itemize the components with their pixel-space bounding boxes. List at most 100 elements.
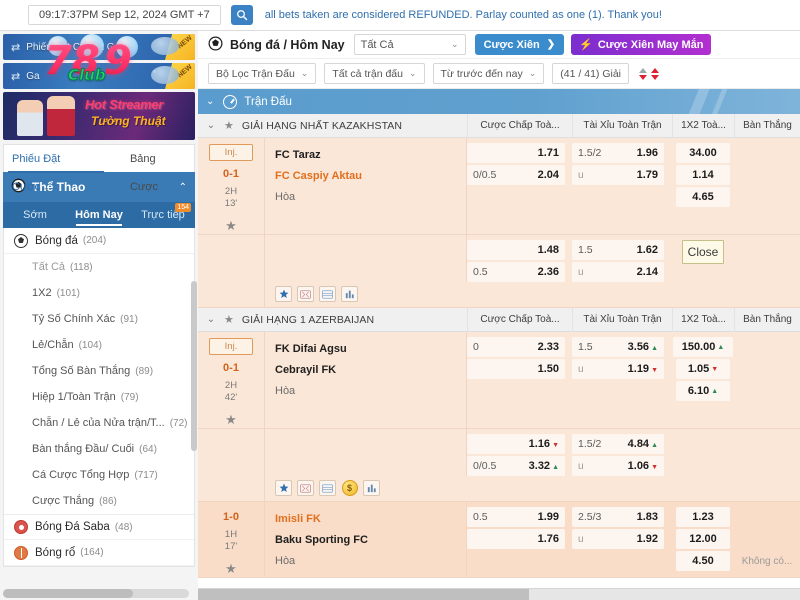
odds-cell-ou2-1[interactable]: 1.5/2 4.84▲ — [572, 434, 664, 454]
chevron-down-icon[interactable]: ⌄ — [198, 120, 224, 131]
odds-cell-ou-2[interactable]: u 1.19▼ — [572, 359, 664, 379]
sidebar-item-cuocthang[interactable]: Cược Thắng (86) — [4, 488, 194, 514]
sidebar-item-chanle[interactable]: Chẵn / Lẻ của Nửa trận/T... (72) — [4, 410, 194, 436]
odds-cell-ou2-2[interactable]: u 1.06▼ — [572, 456, 664, 476]
match-period-minute: 13' — [225, 198, 237, 210]
sort-icon-2[interactable] — [651, 68, 659, 80]
sidebar-vertical-scrollbar[interactable] — [191, 281, 197, 451]
chevron-down-icon[interactable]: ⌄ — [206, 96, 214, 107]
star-icon[interactable]: ★ — [224, 313, 234, 326]
match-actions-row: $ — [198, 476, 800, 502]
sidebar-item-bongdasaba[interactable]: Bóng Đá Saba (48) — [4, 514, 194, 540]
stats-icon[interactable] — [319, 480, 336, 496]
favorite-star-icon[interactable]: ★ — [225, 561, 237, 577]
filter-timerange[interactable]: Từ trước đến nay ⌄ — [433, 63, 545, 84]
odds-cell-hdp-2[interactable]: 1.76 — [467, 529, 565, 549]
star-icon[interactable] — [275, 286, 292, 302]
sort-controls[interactable] — [639, 68, 659, 80]
favorite-star-icon[interactable]: ★ — [225, 412, 237, 428]
league-header-azerbaijan[interactable]: ⌄ ★ GIẢI HẠNG 1 AZERBAIJAN Cược Chấp Toà… — [198, 308, 800, 332]
sidebar-item-cuocthang-label: Cược Thắng — [32, 495, 94, 507]
sidebar-tab-tructiep[interactable]: Trực tiếp 154 — [131, 202, 195, 228]
parlay-button-label: Cược Xiên — [484, 39, 540, 51]
video-icon[interactable] — [297, 480, 314, 496]
odds-cell-hdp-2[interactable]: 0/0.5 2.04 — [467, 165, 565, 185]
league-select[interactable]: Tất Cả ⌄ — [354, 34, 466, 55]
filter-match[interactable]: Bộ Lọc Trận Đấu ⌄ — [208, 63, 316, 84]
odds-cell-hdp-1[interactable]: 0 2.33 — [467, 337, 565, 357]
coin-icon[interactable]: $ — [341, 480, 358, 496]
league-header-kazakhstan[interactable]: ⌄ ★ GIẢI HẠNG NHẤT KAZAKHSTAN Cược Chấp … — [198, 114, 800, 138]
odds-cell-ou-1[interactable]: 1.5 3.56▲ — [572, 337, 664, 357]
favorite-star-icon[interactable]: ★ — [225, 218, 237, 234]
odds-cell-hdp2-1[interactable]: 1.48 — [467, 240, 565, 260]
sidebar-item-lechan[interactable]: Lẻ/Chẵn (104) — [4, 332, 194, 358]
odds-cell-1x2-away[interactable]: 12.00 — [676, 529, 730, 549]
status-badge: Inj. — [209, 144, 253, 161]
star-icon[interactable]: ★ — [224, 119, 234, 132]
lucky-parlay-button[interactable]: ⚡ Cược Xiên May Mắn — [571, 34, 711, 55]
odds-cell-hdp-1[interactable]: 1.71 — [467, 143, 565, 163]
league-count[interactable]: (41 / 41) Giải — [552, 63, 629, 84]
chart-icon[interactable] — [363, 480, 380, 496]
sidebar-item-tysochinhxac[interactable]: Tỷ Số Chính Xác (91) — [4, 306, 194, 332]
trend-down-icon: ▼ — [651, 464, 658, 471]
star-icon[interactable] — [275, 480, 292, 496]
odds-cell-ou2-2[interactable]: u 2.14 — [572, 262, 664, 282]
promo-banner-streamer[interactable]: Hot Streamer Tường Thuật — [3, 92, 195, 140]
sidebar-tab-homnay-label: Hôm Nay — [75, 209, 123, 221]
chart-icon[interactable] — [341, 286, 358, 302]
odds-cell-hdp-1[interactable]: 0.5 1.99 — [467, 507, 565, 527]
tab-betlist[interactable]: Bảng Cược — [122, 145, 194, 173]
sidebar-item-cacuoctonghop[interactable]: Cá Cược Tổng Hợp (717) — [4, 462, 194, 488]
sidebar-item-banthangdaucuoi[interactable]: Bàn thắng Đầu/ Cuối (64) — [4, 436, 194, 462]
main-horizontal-scrollbar[interactable] — [198, 588, 800, 600]
odds-cell-ou2-1[interactable]: 1.5 1.62 — [572, 240, 664, 260]
odds-cell-ou-1[interactable]: 1.5/2 1.96 — [572, 143, 664, 163]
matches-section-banner[interactable]: ⌄ Trận Đấu — [198, 89, 800, 114]
odds-cell-hdp2-2[interactable]: 0/0.5 3.32▲ — [467, 456, 565, 476]
promo-banner-1[interactable]: ⇄ Phiếu Đặt Cược t Go NEW — [3, 34, 195, 60]
match-row: Inj. 0-1 2H 13' ★ FC Taraz FC Caspiy Akt… — [198, 138, 800, 235]
odds-cell-1x2-draw[interactable]: 4.65 — [676, 187, 730, 207]
odds-col-ou-2: 1.5 1.62 u 2.14 — [572, 235, 672, 282]
odds-cell-hdp2-2[interactable]: 0.5 2.36 — [467, 262, 565, 282]
odds-cell-hdp2-1[interactable]: 1.16▼ — [467, 434, 565, 454]
odds-cell-1x2-draw[interactable]: 6.10▲ — [676, 381, 730, 401]
odds-cell-ou-1[interactable]: 2.5/3 1.83 — [572, 507, 664, 527]
hdp2-odd-2: 2.36 — [538, 266, 559, 278]
parlay-button[interactable]: Cược Xiên ❯ — [475, 34, 565, 55]
odds-cell-1x2-away[interactable]: 1.14 — [676, 165, 730, 185]
filter-allmatches[interactable]: Tất cả trận đấu ⌄ — [324, 63, 424, 84]
odds-cell-ou-2[interactable]: u 1.92 — [572, 529, 664, 549]
odds-cell-1x2-home[interactable]: 34.00 — [676, 143, 730, 163]
chevron-up-icon[interactable]: ⌃ — [179, 182, 187, 193]
sidebar-item-tatca[interactable]: Tất Cả (118) — [4, 254, 194, 280]
stats-icon[interactable] — [319, 286, 336, 302]
odds-cell-1x2-away[interactable]: 1.05▼ — [676, 359, 730, 379]
sidebar-item-bongda[interactable]: Bóng đá (204) — [4, 228, 194, 254]
sidebar-item-tongsobanthang-count: (89) — [135, 366, 153, 377]
sidebar-item-1x2[interactable]: 1X2 (101) — [4, 280, 194, 306]
chevron-down-icon[interactable]: ⌄ — [198, 314, 224, 325]
lucky-parlay-button-label: Cược Xiên May Mắn — [598, 39, 704, 51]
sidebar-item-bongro[interactable]: Bóng rổ (164) — [4, 540, 194, 566]
odds-cell-1x2-home[interactable]: 150.00▲ — [673, 337, 733, 357]
odds-cell-1x2-draw[interactable]: 4.50 — [676, 551, 730, 571]
sidebar-item-bongro-count: (164) — [80, 547, 103, 558]
sidebar-tab-som[interactable]: Sớm — [3, 202, 67, 228]
sidebar-item-tongsobanthang[interactable]: Tổng Số Bàn Thắng (89) — [4, 358, 194, 384]
sidebar-tab-homnay[interactable]: Hôm Nay — [67, 202, 131, 228]
odds-cell-1x2-home[interactable]: 1.23 — [676, 507, 730, 527]
odds-cell-hdp-2[interactable]: 1.50 — [467, 359, 565, 379]
odds-cell-ou-2[interactable]: u 1.79 — [572, 165, 664, 185]
search-icon[interactable] — [231, 5, 253, 25]
sidebar-item-hiep1toantran[interactable]: Hiệp 1/Toàn Trận (79) — [4, 384, 194, 410]
match-row-secondary-odds: 1.48 0.5 2.36 1.5 1.62 u 2.14 — [198, 235, 800, 282]
hdp2-odd-1: 1.16 — [529, 438, 550, 450]
promo-banner-2[interactable]: ⇄ Ga NEW — [3, 63, 195, 89]
tab-betslip[interactable]: Phiếu Đặt Cược⌄ — [4, 145, 108, 173]
sort-icon-1[interactable] — [639, 68, 647, 80]
video-icon[interactable] — [297, 286, 314, 302]
sidebar-horizontal-scrollbar[interactable] — [3, 589, 189, 598]
